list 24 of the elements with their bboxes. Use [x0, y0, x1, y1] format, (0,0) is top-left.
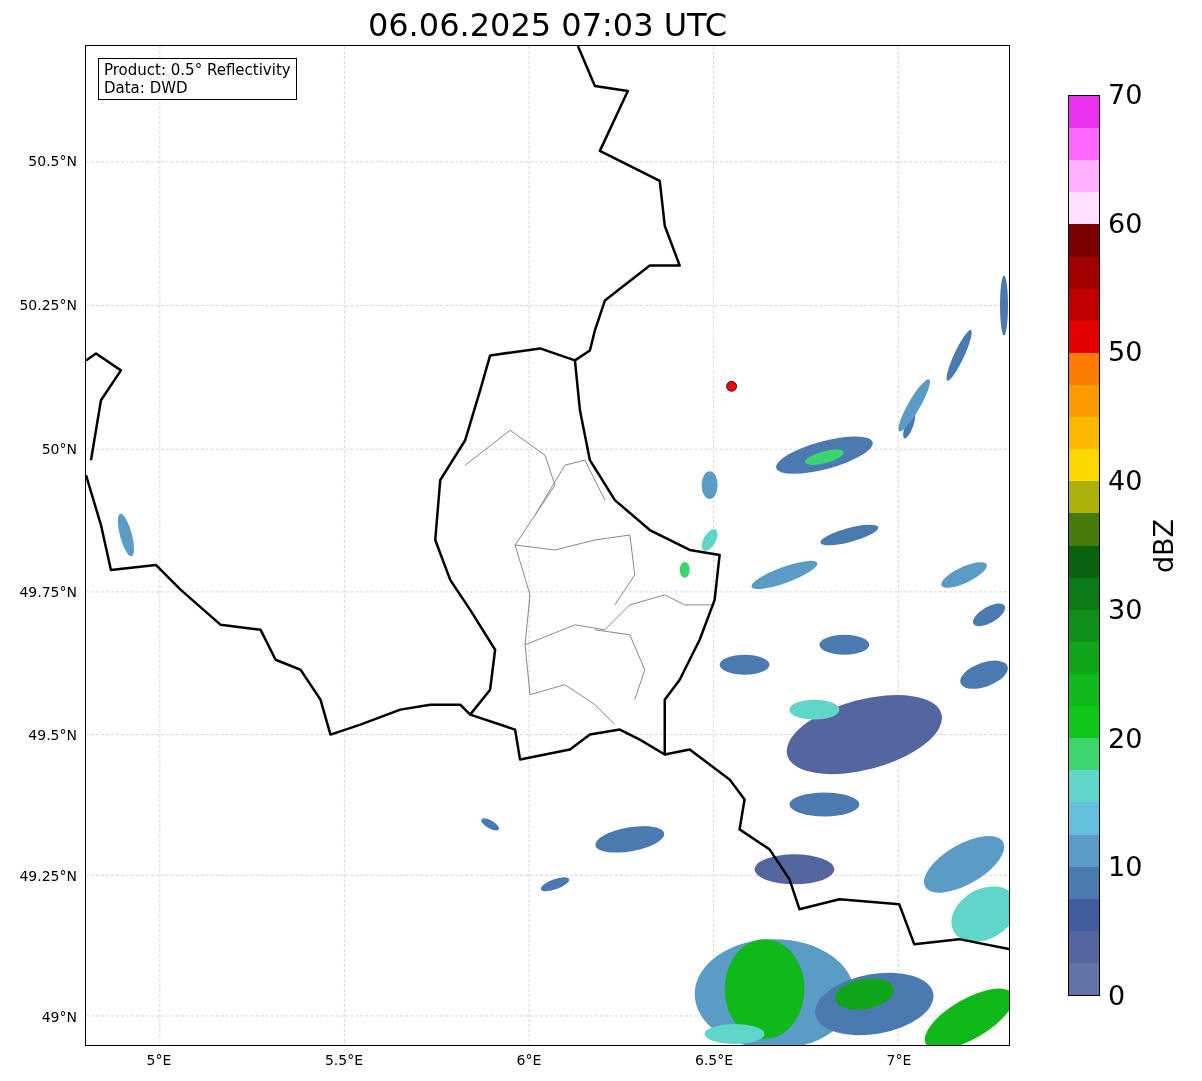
latitude-label: 50.25°N — [19, 297, 77, 313]
chart-title: 06.06.2025 07:03 UTC — [367, 5, 728, 45]
colorbar-tick-label: 0 — [1108, 981, 1126, 1011]
info-text: Data: DWD — [104, 79, 189, 97]
colorbar-tick-label: 20 — [1108, 723, 1143, 754]
longitude-label: 5°E — [146, 1052, 172, 1068]
longitude-label: 5.5°E — [324, 1052, 364, 1068]
longitude-label: 6.5°E — [694, 1052, 734, 1068]
latitude-label: 49.75°N — [19, 584, 77, 600]
latitude-label: 49°N — [41, 1009, 77, 1025]
colorbar-tick-label: 30 — [1108, 594, 1143, 625]
latitude-label: 50°N — [41, 441, 77, 457]
longitude-label: 7°E — [886, 1052, 912, 1068]
info-text: Product: 0.5° Reflectivity — [104, 61, 291, 79]
latitude-label: 49.5°N — [28, 727, 77, 743]
colorbar-tick-label: 40 — [1108, 466, 1143, 497]
colorbar-tick-label: 70 — [1108, 80, 1143, 110]
colorbar-label: dBZ — [1149, 518, 1179, 573]
latitude-label: 49.25°N — [19, 868, 77, 884]
longitude-label: 6°E — [516, 1052, 542, 1068]
colorbar-tick-label: 60 — [1108, 208, 1143, 239]
colorbar-tick-label: 10 — [1108, 852, 1143, 883]
latitude-label: 50.5°N — [28, 153, 77, 169]
colorbar-tick-label: 50 — [1108, 337, 1143, 368]
